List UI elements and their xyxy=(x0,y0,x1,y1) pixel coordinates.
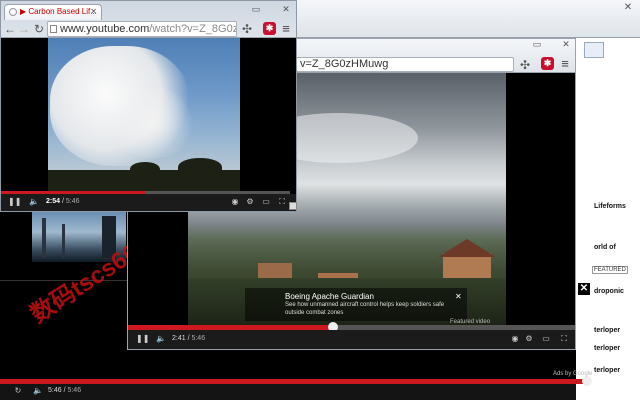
back-pause-icon[interactable]: ❚❚ xyxy=(136,334,149,344)
front-volume-icon[interactable]: 🔈 xyxy=(28,197,40,207)
reload-icon[interactable]: ↻ xyxy=(32,20,46,38)
side-item[interactable]: orld of xyxy=(594,244,616,251)
replay-icon[interactable]: ↻ xyxy=(12,386,24,396)
volume-icon[interactable]: 🔈 xyxy=(32,386,44,396)
front-duration: 5:46 xyxy=(65,198,80,205)
back-fullscreen-icon[interactable]: ⛶ xyxy=(558,334,570,344)
front-window-min-icon[interactable]: ▭ xyxy=(250,4,262,15)
rear-window-close-icon[interactable]: ✕ xyxy=(622,2,634,14)
bottom-scrubber-handle[interactable] xyxy=(582,376,592,386)
url-path: /watch?v=Z_8G0zHMuwg xyxy=(149,23,237,35)
back-window-close-icon[interactable]: ✕ xyxy=(560,39,572,50)
bottom-time: 5:46 / 5:46 xyxy=(48,387,82,394)
front-video-left-bar xyxy=(1,38,48,191)
front-menu-icon[interactable]: ≡ xyxy=(279,22,293,36)
bottom-current-time: 5:46 xyxy=(48,387,62,394)
front-share-icon[interactable]: ✣ xyxy=(240,20,254,38)
back-window-min-icon[interactable]: ▭ xyxy=(531,39,543,50)
side-close-icon[interactable]: ✕ xyxy=(578,283,590,295)
back-address-bar[interactable]: v=Z_8G0zHMuwg xyxy=(296,57,514,72)
front-video[interactable] xyxy=(48,38,240,191)
overlay-title: Boeing Apache Guardian xyxy=(285,292,374,301)
page-icon xyxy=(50,25,57,33)
overlay-close-icon[interactable]: ✕ xyxy=(455,292,462,301)
tab-title: ▶ Carbon Based Lif... xyxy=(20,7,97,16)
front-extension-icon[interactable]: ✱ xyxy=(263,22,276,35)
tab-close-icon[interactable]: ✕ xyxy=(90,7,97,16)
back-watchlater-icon[interactable]: ◉ xyxy=(510,334,520,344)
front-current-time: 2:54 xyxy=(46,198,61,205)
back-icon[interactable]: ← xyxy=(3,20,17,38)
back-duration: 5:46 xyxy=(191,335,206,342)
front-pause-icon[interactable]: ❚❚ xyxy=(8,197,21,207)
back-settings-icon[interactable]: ⚙ xyxy=(524,334,534,344)
front-video-right-bar xyxy=(240,38,296,191)
front-video-cloud xyxy=(108,88,198,158)
back-theater-icon[interactable]: ▭ xyxy=(540,334,552,344)
bottom-duration: 5:46 xyxy=(67,387,82,394)
rear-window-toolbar xyxy=(296,0,640,38)
front-window-close-icon[interactable]: ✕ xyxy=(280,4,292,15)
front-resize-handle[interactable] xyxy=(289,202,297,210)
back-extension-icon[interactable]: ✱ xyxy=(541,57,554,70)
back-address-text: v=Z_8G0zHMuwg xyxy=(300,58,389,70)
ads-label: Ads by Google xyxy=(553,371,593,377)
video-overlay-ad[interactable]: Boeing Apache Guardian See how unmanned … xyxy=(245,288,467,321)
back-menu-icon[interactable]: ≡ xyxy=(558,57,572,71)
tab-favicon-icon xyxy=(9,8,17,16)
side-item[interactable]: terloper xyxy=(594,327,620,334)
back-current-time: 2:41 xyxy=(172,335,186,342)
side-item[interactable]: terloper xyxy=(594,367,620,374)
side-item[interactable]: terloper xyxy=(594,345,620,352)
front-video-tree xyxy=(130,162,160,176)
forward-icon[interactable]: → xyxy=(17,20,31,38)
overlay-sub: outside combat zones xyxy=(285,310,344,316)
back-video-roof xyxy=(438,239,496,257)
front-video-tree xyxy=(178,158,222,176)
front-fullscreen-icon[interactable]: ⛶ xyxy=(276,197,288,207)
side-item[interactable]: Lifeforms xyxy=(594,203,626,210)
featured-label: FEATURED xyxy=(592,266,628,274)
back-volume-icon[interactable]: 🔈 xyxy=(155,334,167,344)
side-page-button[interactable] xyxy=(584,42,604,58)
back-time: 2:41 / 5:46 xyxy=(172,335,206,342)
front-time: 2:54 / 5:46 xyxy=(46,198,80,205)
back-share-icon[interactable]: ✣ xyxy=(518,56,532,74)
front-address-bar[interactable]: www.youtube.com/watch?v=Z_8G0zHMuwg xyxy=(47,21,237,37)
front-settings-icon[interactable]: ⚙ xyxy=(245,197,255,207)
back-video-right-bar xyxy=(506,73,575,325)
front-theater-icon[interactable]: ▭ xyxy=(260,197,272,207)
front-watchlater-icon[interactable]: ◉ xyxy=(230,197,240,207)
url-host: www.youtube.com xyxy=(60,23,150,35)
bottom-controls xyxy=(0,384,576,400)
tab-current[interactable]: ▶ Carbon Based Lif... ✕ xyxy=(4,4,102,20)
side-item[interactable]: droponic xyxy=(594,288,624,295)
overlay-desc: See how unmanned aircraft control helps … xyxy=(285,302,445,308)
